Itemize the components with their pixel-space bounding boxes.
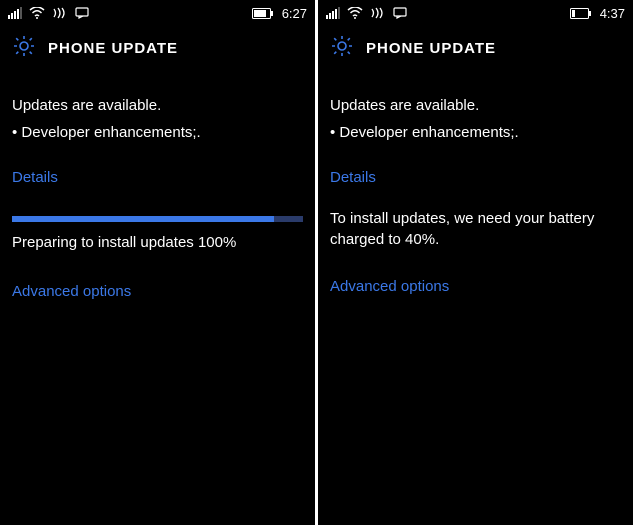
update-item: • Developer enhancements;. <box>330 122 621 143</box>
gear-icon <box>330 34 354 63</box>
progress-bar <box>12 216 303 222</box>
battery-icon <box>252 8 274 19</box>
status-bar: 6:27 <box>0 0 315 24</box>
advanced-options-link[interactable]: Advanced options <box>12 281 131 302</box>
status-icons-right: 6:27 <box>252 6 307 21</box>
wifi-icon <box>347 7 363 19</box>
phone-screen-left: 6:27 PHONE UPDATE Updates are available.… <box>0 0 315 525</box>
progress-fill <box>12 216 274 222</box>
advanced-options-link[interactable]: Advanced options <box>330 276 449 297</box>
status-icons-left <box>326 7 407 19</box>
notification-icon <box>75 7 89 19</box>
updates-available-text: Updates are available. <box>12 95 303 116</box>
phone-screen-right: 4:37 PHONE UPDATE Updates are available.… <box>318 0 633 525</box>
clock-time: 6:27 <box>282 6 307 21</box>
update-item: • Developer enhancements;. <box>12 122 303 143</box>
updates-available-text: Updates are available. <box>330 95 621 116</box>
battery-warning-text: To install updates, we need your battery… <box>330 208 621 250</box>
vibrate-icon <box>52 7 68 19</box>
gear-icon <box>12 34 36 63</box>
page-title: PHONE UPDATE <box>366 40 496 57</box>
content-area: Updates are available. • Developer enhan… <box>318 77 633 303</box>
content-area: Updates are available. • Developer enhan… <box>0 77 315 308</box>
clock-time: 4:37 <box>600 6 625 21</box>
details-link[interactable]: Details <box>330 167 376 188</box>
notification-icon <box>393 7 407 19</box>
signal-icon <box>8 7 22 19</box>
details-link[interactable]: Details <box>12 167 58 188</box>
wifi-icon <box>29 7 45 19</box>
status-bar: 4:37 <box>318 0 633 24</box>
battery-icon <box>570 8 592 19</box>
page-header: PHONE UPDATE <box>0 24 315 77</box>
status-icons-right: 4:37 <box>570 6 625 21</box>
signal-icon <box>326 7 340 19</box>
page-header: PHONE UPDATE <box>318 24 633 77</box>
page-title: PHONE UPDATE <box>48 40 178 57</box>
install-status-text: Preparing to install updates 100% <box>12 232 303 253</box>
status-icons-left <box>8 7 89 19</box>
vibrate-icon <box>370 7 386 19</box>
